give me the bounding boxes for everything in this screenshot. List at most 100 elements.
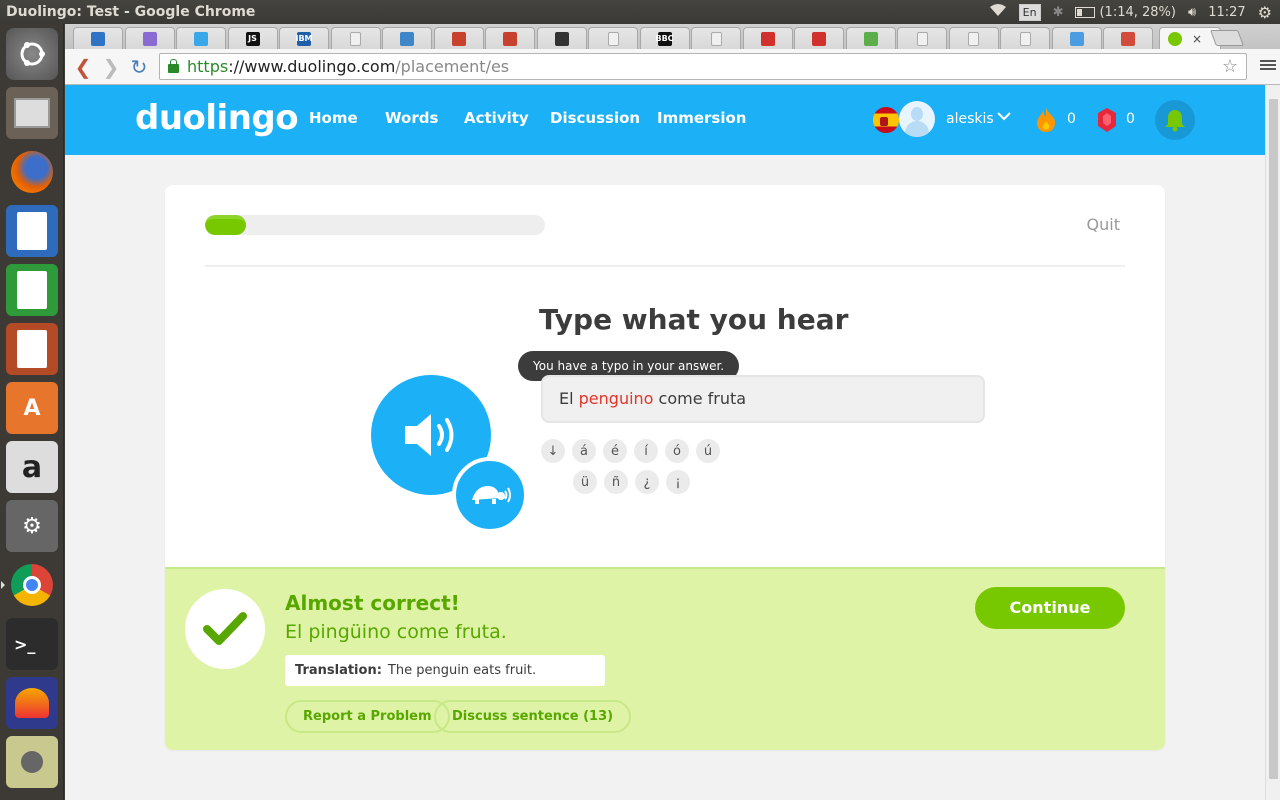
char-button-n-tilde[interactable]: ñ — [604, 470, 628, 494]
nav-home[interactable]: Home — [309, 109, 358, 127]
browser-tab[interactable] — [742, 27, 793, 49]
browser-tab[interactable] — [536, 27, 587, 49]
tab-favicon-icon — [451, 31, 466, 46]
url-scheme: https — [187, 57, 229, 76]
browser-tab[interactable] — [1000, 27, 1050, 49]
nav-words[interactable]: Words — [385, 109, 438, 127]
char-button-u-umlaut[interactable]: ü — [573, 470, 597, 494]
clock[interactable]: 11:27 — [1208, 5, 1245, 20]
special-chars-row-1: ↓ á é í ó ú — [541, 439, 720, 463]
chrome-icon[interactable] — [6, 559, 58, 611]
browser-tab[interactable] — [588, 27, 638, 49]
char-button-e-acute[interactable]: é — [603, 439, 627, 463]
browser-tab[interactable] — [794, 27, 844, 49]
browser-tab[interactable]: IBM — [279, 27, 329, 49]
nav-immersion[interactable]: Immersion — [657, 109, 746, 127]
tab-favicon-icon — [812, 31, 826, 46]
browser-tab[interactable] — [1103, 27, 1153, 49]
checkmark-icon — [185, 589, 265, 669]
browser-tab[interactable] — [845, 27, 896, 49]
terminal-icon[interactable]: >_ — [6, 618, 58, 670]
quit-button[interactable]: Quit — [1087, 215, 1120, 234]
report-problem-button[interactable]: Report a Problem — [285, 700, 450, 733]
avatar[interactable] — [899, 101, 935, 137]
software-center-icon[interactable]: A — [6, 382, 58, 434]
audacity-icon[interactable] — [6, 677, 58, 729]
tab-favicon-icon: IBM — [295, 31, 313, 46]
bookmark-star-icon[interactable]: ☆ — [1222, 56, 1238, 77]
nav-activity[interactable]: Activity — [464, 109, 529, 127]
feedback-title: Almost correct! — [285, 591, 460, 615]
browser-tab[interactable] — [433, 27, 484, 49]
notifications-bell-icon[interactable] — [1155, 100, 1195, 140]
browser-tab[interactable] — [73, 27, 123, 49]
back-button[interactable]: ❮ — [71, 55, 95, 79]
browser-tab[interactable] — [1051, 27, 1102, 49]
browser-tab[interactable] — [124, 27, 175, 49]
char-button-i-acute[interactable]: í — [634, 439, 658, 463]
chrome-menu-icon[interactable] — [1260, 58, 1276, 74]
scrollbar-thumb[interactable] — [1269, 99, 1278, 779]
battery-indicator[interactable]: (1:14, 28%) — [1075, 5, 1176, 20]
discuss-sentence-button[interactable]: Discuss sentence (13) — [434, 700, 632, 733]
browser-tab[interactable] — [176, 27, 226, 49]
amazon-icon[interactable]: a — [6, 441, 58, 493]
username[interactable]: aleskis — [946, 111, 994, 127]
tab-close-icon[interactable]: × — [1192, 32, 1202, 46]
browser-tab[interactable]: BBC — [639, 27, 690, 49]
streak-flame-icon[interactable] — [1035, 107, 1057, 133]
answer-text-start: El — [559, 389, 579, 408]
gem-count: 0 — [1126, 111, 1135, 127]
browser-tab[interactable] — [897, 27, 947, 49]
calc-icon[interactable] — [6, 264, 58, 316]
system-settings-icon[interactable]: ⚙ — [6, 500, 58, 552]
volume-icon[interactable]: 🔊︎ — [1188, 5, 1196, 20]
turtle-icon — [472, 486, 511, 504]
running-indicator — [1, 581, 5, 589]
settings-gear-icon[interactable]: ⚙ — [1258, 3, 1272, 22]
char-button-inverted-question[interactable]: ¿ — [635, 470, 659, 494]
chrome-window: JS IBM BBC × ❮ ❯ ↻ https://www.duolingo.co… — [65, 24, 1280, 800]
page-scrollbar[interactable] — [1265, 85, 1280, 800]
tab-favicon-icon — [503, 31, 517, 46]
browser-tab[interactable] — [948, 27, 999, 49]
nav-discussion[interactable]: Discussion — [550, 109, 640, 127]
disk-icon[interactable] — [6, 736, 58, 788]
char-button-u-acute[interactable]: ú — [696, 439, 720, 463]
reload-button[interactable]: ↻ — [127, 55, 151, 79]
continue-button[interactable]: Continue — [975, 587, 1125, 629]
lock-icon — [168, 59, 179, 73]
gem-icon[interactable] — [1097, 107, 1117, 133]
play-slow-audio-button[interactable] — [452, 457, 528, 533]
keyboard-layout-indicator[interactable]: En — [1018, 3, 1041, 21]
browser-toolbar: ❮ ❯ ↻ https://www.duolingo.com/placement… — [65, 49, 1280, 85]
browser-tab[interactable] — [691, 27, 741, 49]
char-button-toggle-case[interactable]: ↓ — [541, 439, 565, 463]
chevron-down-icon[interactable] — [997, 109, 1011, 125]
browser-tab[interactable] — [382, 27, 432, 49]
battery-icon — [1075, 6, 1096, 18]
char-button-inverted-exclamation[interactable]: ¡ — [666, 470, 690, 494]
bluetooth-icon[interactable]: ✱ — [1053, 5, 1064, 20]
wifi-icon[interactable] — [989, 3, 1007, 21]
answer-input[interactable]: El penguino come fruta — [541, 375, 985, 423]
duolingo-logo[interactable]: duolingo — [135, 98, 299, 138]
browser-tab[interactable] — [330, 27, 381, 49]
dash-home-icon[interactable] — [6, 28, 58, 80]
writer-icon[interactable] — [6, 205, 58, 257]
firefox-icon[interactable] — [6, 146, 58, 198]
files-icon[interactable] — [6, 87, 58, 139]
tab-favicon-icon — [1019, 31, 1031, 46]
browser-tab[interactable] — [485, 27, 535, 49]
char-button-o-acute[interactable]: ó — [665, 439, 689, 463]
new-tab-button[interactable] — [1210, 30, 1244, 46]
spanish-flag-icon[interactable] — [871, 105, 901, 135]
impress-icon[interactable] — [6, 323, 58, 375]
address-bar[interactable]: https://www.duolingo.com/placement/es ☆ — [159, 53, 1247, 80]
char-button-a-acute[interactable]: á — [572, 439, 596, 463]
answer-text-end: come fruta — [653, 389, 747, 408]
browser-tab[interactable]: JS — [227, 27, 278, 49]
translation-label: Translation: — [295, 663, 382, 678]
lesson-card: Quit Type what you hear You have a typo … — [165, 185, 1165, 750]
forward-button[interactable]: ❯ — [99, 55, 123, 79]
